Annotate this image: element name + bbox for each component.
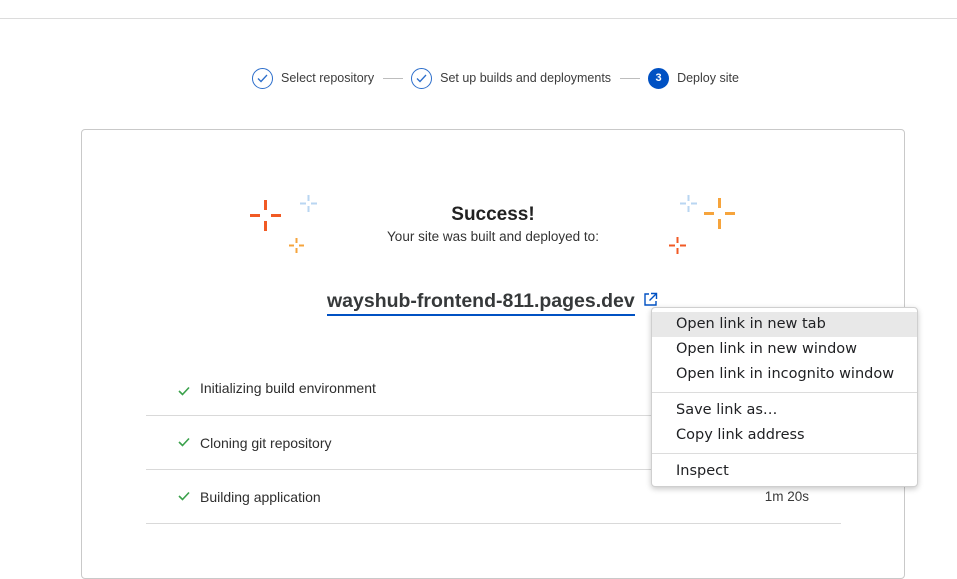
build-step-label: Building application — [200, 488, 321, 505]
step-deploy-site: 3 Deploy site — [648, 67, 739, 89]
menu-item-open-incognito[interactable]: Open link in incognito window — [652, 362, 917, 387]
step-select-repository[interactable]: Select repository — [252, 67, 375, 89]
check-icon — [178, 491, 190, 501]
deployed-site-link[interactable]: wayshub-frontend-811.pages.dev — [327, 290, 635, 316]
menu-item-save-link-as[interactable]: Save link as… — [652, 398, 917, 423]
success-title: Success! — [451, 204, 535, 225]
check-circle-icon — [411, 67, 433, 89]
check-icon — [178, 437, 190, 447]
step-set-up-builds[interactable]: Set up builds and deployments — [411, 67, 612, 89]
header-divider — [0, 18, 957, 19]
external-link-icon[interactable] — [643, 292, 658, 307]
build-step-label: Initializing build environment — [200, 380, 376, 396]
build-step-label: Cloning git repository — [200, 434, 332, 451]
menu-item-open-new-window[interactable]: Open link in new window — [652, 337, 917, 362]
step-number-badge: 3 — [648, 67, 670, 89]
menu-separator — [652, 392, 917, 393]
success-subtitle: Your site was built and deployed to: — [387, 229, 599, 244]
menu-item-inspect[interactable]: Inspect — [652, 459, 917, 484]
menu-separator — [652, 453, 917, 454]
step-label: Set up builds and deployments — [440, 71, 612, 85]
step-label: Deploy site — [677, 71, 739, 85]
check-icon — [178, 386, 190, 396]
menu-item-open-new-tab[interactable]: Open link in new tab — [652, 312, 917, 337]
step-label: Select repository — [281, 71, 375, 85]
step-connector — [383, 77, 404, 79]
menu-item-copy-link-address[interactable]: Copy link address — [652, 423, 917, 448]
browser-context-menu: Open link in new tab Open link in new wi… — [651, 307, 918, 487]
check-circle-icon — [252, 67, 273, 89]
build-step-duration: 1m 20s — [764, 489, 809, 504]
step-connector — [620, 77, 641, 79]
deploy-stepper: Select repository Set up builds and depl… — [252, 67, 739, 89]
